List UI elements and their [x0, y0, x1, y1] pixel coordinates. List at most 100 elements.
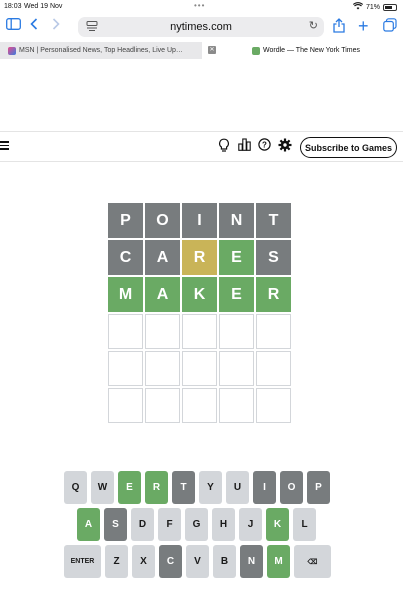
board-tile: [182, 314, 217, 349]
enter-key[interactable]: ENTER: [64, 545, 101, 578]
browser-toolbar: nytimes.com ↻ +: [0, 14, 403, 40]
key-m[interactable]: M: [267, 545, 290, 578]
board-tile: R: [182, 240, 217, 275]
lightbulb-icon[interactable]: [217, 138, 231, 154]
battery-icon: [383, 3, 397, 11]
backspace-key[interactable]: ⌫: [294, 545, 331, 578]
multitasking-dots-icon[interactable]: •••: [194, 1, 205, 10]
keyboard-row: ASDFGHJKL: [77, 508, 316, 541]
svg-text:?: ?: [262, 141, 267, 150]
forward-icon[interactable]: [52, 18, 60, 34]
board-tile: S: [256, 240, 291, 275]
status-time: 18:03: [4, 3, 22, 10]
new-tab-icon[interactable]: +: [358, 17, 369, 35]
key-x[interactable]: X: [132, 545, 155, 578]
game-header: ? Subscribe to Games: [0, 132, 403, 162]
subscribe-button[interactable]: Subscribe to Games: [300, 137, 397, 158]
key-j[interactable]: J: [239, 508, 262, 541]
game-board: POINTCARESMAKER: [108, 203, 291, 425]
board-row: [108, 388, 291, 423]
board-tile: P: [108, 203, 143, 238]
url-text: nytimes.com: [170, 21, 232, 33]
reload-icon[interactable]: ↻: [309, 19, 318, 32]
close-tab-icon[interactable]: ✕: [208, 46, 216, 54]
tab-title: Wordle — The New York Times: [263, 47, 361, 54]
bar-chart-icon[interactable]: [237, 138, 251, 154]
board-tile: [256, 388, 291, 423]
key-c[interactable]: C: [159, 545, 182, 578]
board-tile: [256, 351, 291, 386]
gear-icon[interactable]: [278, 138, 292, 154]
key-z[interactable]: Z: [105, 545, 128, 578]
board-tile: [108, 351, 143, 386]
board-tile: [219, 388, 254, 423]
board-tile: [145, 388, 180, 423]
board-tile: E: [219, 277, 254, 312]
key-u[interactable]: U: [226, 471, 249, 504]
status-date: Wed 19 Nov: [24, 3, 63, 10]
key-h[interactable]: H: [212, 508, 235, 541]
key-a[interactable]: A: [77, 508, 100, 541]
wordle-favicon-icon: [252, 46, 260, 55]
board-tile: O: [145, 203, 180, 238]
key-k[interactable]: K: [266, 508, 289, 541]
status-bar: 18:03 Wed 19 Nov ••• 71%: [0, 0, 403, 14]
wifi-icon: [352, 2, 364, 12]
board-row: MAKER: [108, 277, 291, 312]
ad-space: [0, 60, 403, 132]
board-tile: N: [219, 203, 254, 238]
board-row: [108, 314, 291, 349]
key-w[interactable]: W: [91, 471, 114, 504]
tab-wordle[interactable]: ✕ Wordle — The New York Times: [202, 42, 403, 59]
key-b[interactable]: B: [213, 545, 236, 578]
battery-level: [385, 5, 393, 9]
key-s[interactable]: S: [104, 508, 127, 541]
board-tile: T: [256, 203, 291, 238]
board-row: POINT: [108, 203, 291, 238]
key-o[interactable]: O: [280, 471, 303, 504]
key-v[interactable]: V: [186, 545, 209, 578]
key-q[interactable]: Q: [64, 471, 87, 504]
sidebar-icon[interactable]: [6, 18, 21, 34]
board-tile: [108, 314, 143, 349]
share-icon[interactable]: [333, 18, 345, 37]
board-tile: [219, 314, 254, 349]
key-l[interactable]: L: [293, 508, 316, 541]
key-r[interactable]: R: [145, 471, 168, 504]
keyboard-row: ENTER Z X C V B N M ⌫: [64, 545, 331, 578]
key-y[interactable]: Y: [199, 471, 222, 504]
address-bar[interactable]: nytimes.com ↻: [78, 17, 324, 37]
board-tile: [182, 351, 217, 386]
board-tile: K: [182, 277, 217, 312]
tab-msn[interactable]: MSN | Personalised News, Top Headlines, …: [0, 42, 202, 59]
key-f[interactable]: F: [158, 508, 181, 541]
key-e[interactable]: E: [118, 471, 141, 504]
key-n[interactable]: N: [240, 545, 263, 578]
board-tile: I: [182, 203, 217, 238]
tabs-overview-icon[interactable]: [383, 18, 397, 36]
key-d[interactable]: D: [131, 508, 154, 541]
board-tile: [108, 388, 143, 423]
keyboard-row: QWERTYUIOP: [64, 471, 330, 504]
hamburger-menu-icon[interactable]: [0, 141, 9, 150]
key-t[interactable]: T: [172, 471, 195, 504]
board-tile: A: [145, 240, 180, 275]
board-tile: A: [145, 277, 180, 312]
board-tile: [219, 351, 254, 386]
board-tile: R: [256, 277, 291, 312]
tab-bar: MSN | Personalised News, Top Headlines, …: [0, 42, 403, 59]
board-tile: [256, 314, 291, 349]
board-tile: C: [108, 240, 143, 275]
board-tile: [145, 314, 180, 349]
help-icon[interactable]: ?: [257, 138, 271, 154]
back-icon[interactable]: [30, 18, 38, 34]
board-tile: [182, 388, 217, 423]
board-tile: M: [108, 277, 143, 312]
key-p[interactable]: P: [307, 471, 330, 504]
key-g[interactable]: G: [185, 508, 208, 541]
msn-favicon-icon: [8, 46, 16, 55]
board-row: CARES: [108, 240, 291, 275]
battery-percent: 71%: [365, 3, 380, 11]
board-tile: E: [219, 240, 254, 275]
key-i[interactable]: I: [253, 471, 276, 504]
